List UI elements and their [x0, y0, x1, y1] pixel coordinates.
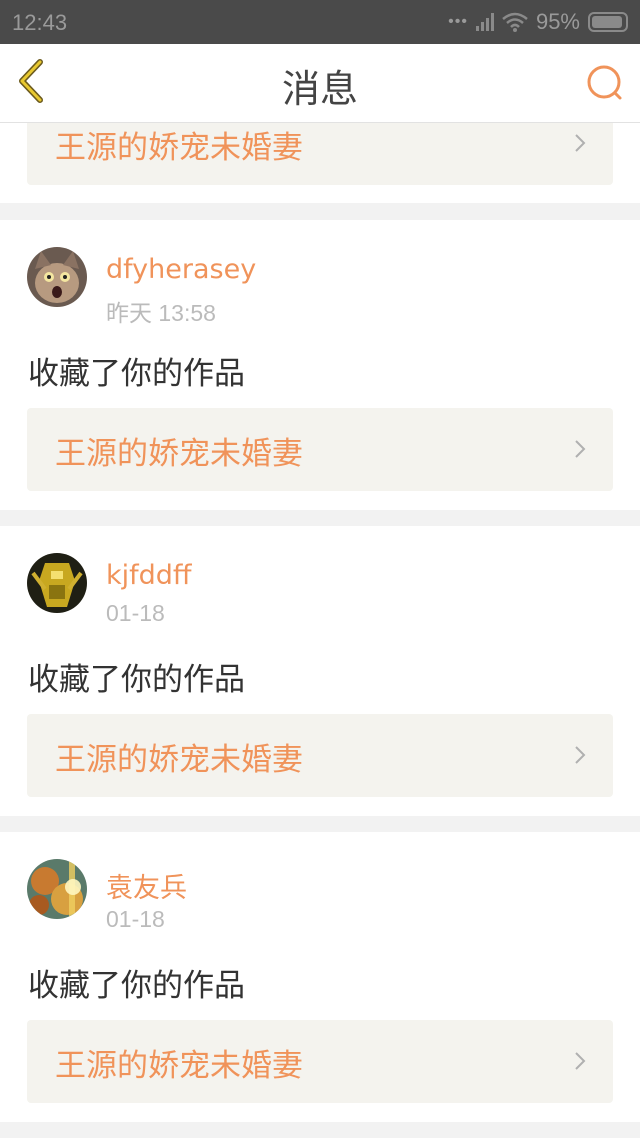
- user-avatar[interactable]: [27, 247, 87, 307]
- wifi-icon: [502, 12, 528, 32]
- cat-avatar-icon: [27, 247, 87, 307]
- action-text: 收藏了你的作品: [28, 662, 245, 698]
- work-link[interactable]: 王源的娇宠未婚妻: [27, 123, 613, 185]
- username[interactable]: kjfddff: [106, 560, 192, 591]
- more-dots-icon: •••: [448, 13, 468, 30]
- work-link[interactable]: 王源的娇宠未婚妻: [27, 408, 613, 491]
- work-link[interactable]: 王源的娇宠未婚妻: [27, 1020, 613, 1103]
- timestamp: 01-18: [106, 906, 165, 932]
- chevron-right-icon: [575, 134, 586, 152]
- action-text: 收藏了你的作品: [28, 968, 245, 1004]
- signal-icon: [475, 13, 494, 31]
- message-card: 王源的娇宠未婚妻: [0, 123, 640, 203]
- battery-percent: 95%: [535, 9, 580, 34]
- user-avatar[interactable]: [27, 859, 87, 919]
- page-title: 消息: [281, 67, 358, 111]
- chevron-right-icon: [575, 440, 586, 458]
- username[interactable]: dfyherasey: [106, 254, 256, 285]
- timestamp: 昨天 13:58: [106, 300, 216, 326]
- chevron-right-icon: [575, 746, 586, 764]
- message-list[interactable]: 王源的娇宠未婚妻 dfyherasey 昨天 13:58 收藏了你的作品 王源的…: [0, 123, 640, 1138]
- work-title: 王源的娇宠未婚妻: [55, 130, 303, 166]
- status-time: 12:43: [12, 10, 68, 35]
- timestamp: 01-18: [106, 600, 165, 626]
- work-title: 王源的娇宠未婚妻: [55, 436, 303, 472]
- search-icon[interactable]: [584, 62, 626, 104]
- message-card: kjfddff 01-18 收藏了你的作品 王源的娇宠未婚妻: [0, 526, 640, 816]
- work-title: 王源的娇宠未婚妻: [55, 1048, 303, 1084]
- user-avatar[interactable]: [27, 553, 87, 613]
- status-bar: 12:43 ••• 95%: [0, 0, 640, 44]
- robot-avatar-icon: [27, 553, 87, 613]
- autumn-avatar-icon: [27, 859, 87, 919]
- chevron-right-icon: [575, 1052, 586, 1070]
- work-title: 王源的娇宠未婚妻: [55, 742, 303, 778]
- username[interactable]: 袁友兵: [106, 866, 187, 905]
- action-text: 收藏了你的作品: [28, 356, 245, 392]
- battery-icon: [588, 12, 628, 32]
- message-card: dfyherasey 昨天 13:58 收藏了你的作品 王源的娇宠未婚妻: [0, 220, 640, 510]
- work-link[interactable]: 王源的娇宠未婚妻: [27, 714, 613, 797]
- message-card: 袁友兵 01-18 收藏了你的作品 王源的娇宠未婚妻: [0, 832, 640, 1122]
- nav-bar: 消息: [0, 44, 640, 123]
